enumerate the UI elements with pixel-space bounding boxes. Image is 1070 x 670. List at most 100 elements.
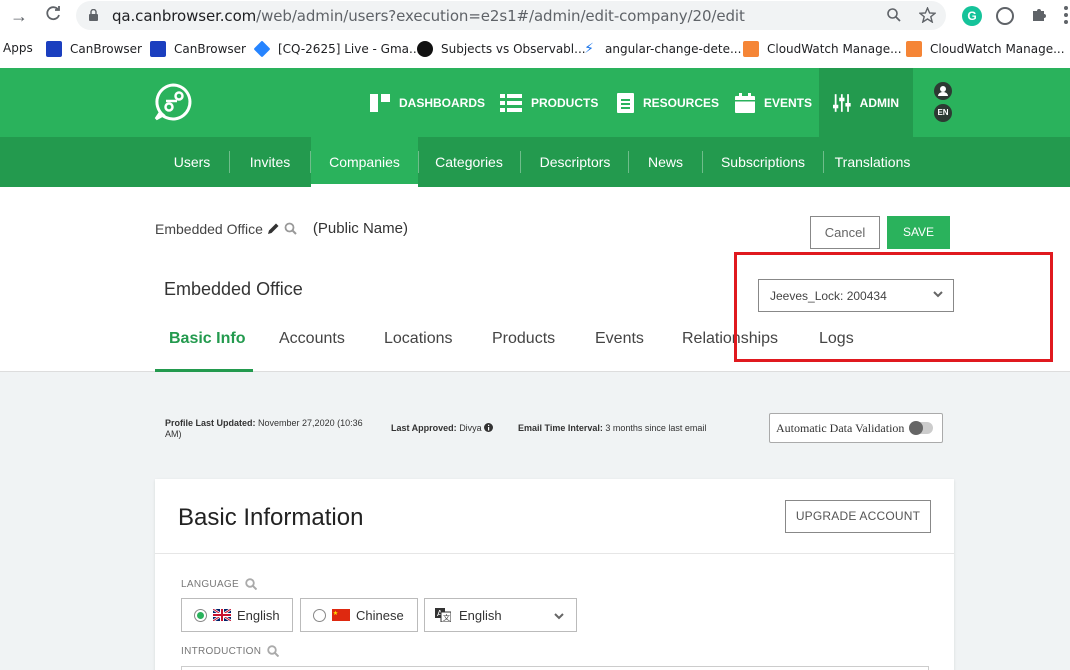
subnav-divider [418,151,419,173]
bookmark-cloudwatch-1[interactable]: CloudWatch Manage... [743,41,902,57]
nav-admin[interactable]: ADMIN [819,68,913,137]
user-menu[interactable]: EN [934,82,954,126]
nav-events[interactable]: EVENTS [735,68,812,137]
auto-validation-toggle[interactable] [909,421,933,435]
subnav-divider [823,151,824,173]
products-icon [500,93,522,112]
tab-accounts[interactable]: Accounts [279,330,345,372]
subnav-categories[interactable]: Categories [426,137,512,187]
nav-dashboards[interactable]: DASHBOARDS [370,68,485,137]
bookmark-angular[interactable]: ⚡ angular-change-dete... [581,41,741,57]
card-divider [155,553,954,554]
bookmarks-bar: Apps CanBrowser CanBrowser [CQ-2625] Liv… [0,34,1070,64]
profile-last-updated: Profile Last Updated: November 27,2020 (… [165,418,363,439]
pencil-icon[interactable] [267,222,280,235]
subnav-descriptors[interactable]: Descriptors [530,137,620,187]
admin-subnav: Users Invites Companies Categories Descr… [0,137,1070,187]
app-logo[interactable] [153,82,193,122]
language-badge[interactable]: EN [934,104,952,122]
reload-icon[interactable] [42,5,64,27]
url-field[interactable]: qa.canbrowser.com/web/admin/users?execut… [76,1,946,30]
basic-information-title: Basic Information [178,504,364,531]
subnav-companies[interactable]: Companies [311,137,418,187]
lightning-icon: ⚡ [584,41,594,57]
language-chinese-option[interactable]: Chinese [300,598,418,632]
auto-validation-label: Automatic Data Validation [776,421,905,435]
subnav-news[interactable]: News [638,137,693,187]
save-button[interactable]: SAVE [887,216,950,249]
public-name-label: (Public Name) [312,220,408,237]
translate-icon: A文 [435,608,451,622]
search-icon[interactable] [245,578,257,590]
url-text: qa.canbrowser.com/web/admin/users?execut… [112,7,745,25]
aws-icon [906,41,922,57]
bookmark-apps[interactable]: Apps [3,41,33,55]
info-icon[interactable] [484,423,494,432]
last-approved: Last Approved: Divya [391,423,494,434]
nav-resources[interactable]: RESOURCES [617,68,719,137]
tab-events[interactable]: Events [595,330,644,372]
canbrowser-icon [150,41,166,57]
sliders-icon [833,93,851,112]
puzzle-icon[interactable] [1030,6,1048,24]
jira-icon [253,40,271,58]
search-icon[interactable] [267,645,280,657]
subnav-divider [628,151,629,173]
site-icon [417,41,433,57]
extension-circle-icon[interactable] [996,7,1014,25]
subnav-users[interactable]: Users [163,137,221,187]
app-header: DASHBOARDS PRODUCTS RESOURCES EVENTS ADM… [0,68,1070,137]
browser-chrome: → qa.canbrowser.com/web/admin/users?exec… [0,0,1070,68]
zoom-icon[interactable] [886,7,902,23]
language-english-label: English [237,607,280,623]
menu-dots-icon[interactable] [1064,6,1068,24]
tab-products[interactable]: Products [492,330,555,372]
radio-chinese[interactable] [313,608,326,622]
subnav-divider [520,151,521,173]
public-name-row: Embedded Office (Public Name) [155,220,408,237]
upgrade-account-button[interactable]: UPGRADE ACCOUNT [785,500,931,533]
public-name-value: Embedded Office [155,220,263,237]
language-select[interactable]: A文 English [424,598,577,632]
address-bar-row: → qa.canbrowser.com/web/admin/users?exec… [0,0,1070,32]
uk-flag-icon [213,609,231,621]
subnav-translations[interactable]: Translations [830,137,915,187]
auto-data-validation: Automatic Data Validation [769,413,943,443]
aws-icon [743,41,759,57]
nav-products[interactable]: PRODUCTS [500,68,598,137]
radio-english[interactable] [194,608,207,622]
email-time-interval: Email Time Interval: 3 months since last… [518,423,707,433]
search-icon[interactable] [284,222,297,235]
subnav-subscriptions[interactable]: Subscriptions [712,137,814,187]
company-title: Embedded Office [164,279,303,299]
forward-icon[interactable]: → [8,5,30,27]
bookmark-cloudwatch-2[interactable]: CloudWatch Manage... [906,41,1065,57]
chevron-down-icon [554,613,564,620]
subnav-divider [229,151,230,173]
grammarly-icon[interactable]: G [962,6,982,26]
svg-text:文: 文 [443,613,450,622]
language-select-value: English [459,607,502,623]
lock-icon [89,9,98,21]
cancel-button[interactable]: Cancel [810,216,880,249]
canbrowser-icon [46,41,62,57]
tab-locations[interactable]: Locations [384,330,453,372]
resources-icon [617,92,634,113]
bookmark-canbrowser-1[interactable]: CanBrowser [46,41,142,57]
bookmark-subjects[interactable]: Subjects vs Observabl... [417,41,586,57]
introduction-editor[interactable] [181,666,929,670]
bookmark-jira[interactable]: [CQ-2625] Live - Gma... [253,40,420,58]
dashboards-icon [370,93,390,112]
user-icon[interactable] [934,82,952,100]
introduction-label: INTRODUCTION [181,645,280,657]
language-english-option[interactable]: English [181,598,293,632]
subnav-divider [702,151,703,173]
bookmark-canbrowser-2[interactable]: CanBrowser [150,41,246,57]
highlight-annotation-box [734,252,1053,362]
star-icon[interactable] [919,7,936,23]
calendar-icon [735,92,755,113]
language-label: LANGUAGE [181,578,257,590]
subnav-invites[interactable]: Invites [238,137,302,187]
basic-information-card: Basic Information UPGRADE ACCOUNT LANGUA… [155,479,954,670]
tab-basic-info[interactable]: Basic Info [155,330,253,372]
